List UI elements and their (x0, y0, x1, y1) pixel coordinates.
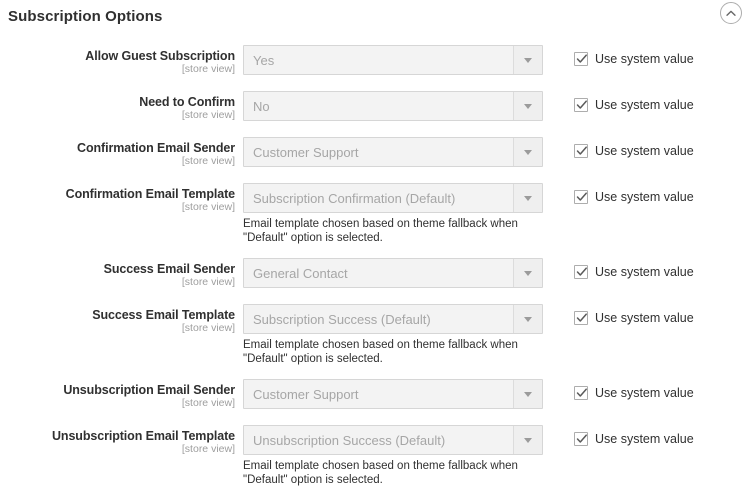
field-scope: [store view] (181, 109, 235, 121)
field-label-cell: Confirmation Email Template [store view] (0, 183, 243, 214)
use-system-value-checkbox[interactable] (574, 144, 588, 158)
field-note: Email template chosen based on theme fal… (243, 339, 518, 365)
select-field[interactable]: Subscription Confirmation (Default) (243, 183, 543, 213)
field-row-1: Need to Confirm [store view] No Use syst… (0, 91, 750, 122)
field-control-cell: No (243, 91, 547, 121)
field-row-0: Allow Guest Subscription [store view] Ye… (0, 45, 750, 76)
chevron-down-icon[interactable] (513, 380, 542, 408)
select-field[interactable]: Customer Support (243, 137, 543, 167)
field-label: Allow Guest Subscription (85, 49, 235, 63)
select-value: Subscription Confirmation (Default) (253, 190, 456, 206)
select-field[interactable]: No (243, 91, 543, 121)
select-field[interactable]: Subscription Success (Default) (243, 304, 543, 334)
subscription-options-section: Subscription Options Allow Guest Subscri… (0, 0, 750, 503)
chevron-down-icon[interactable] (513, 426, 542, 454)
use-system-value-group: Use system value (574, 137, 694, 158)
field-row-7: Unsubscription Email Template [store vie… (0, 425, 750, 487)
use-system-value-checkbox[interactable] (574, 386, 588, 400)
chevron-down-icon[interactable] (513, 92, 542, 120)
field-label-cell: Need to Confirm [store view] (0, 91, 243, 122)
use-system-value-group: Use system value (574, 45, 694, 66)
select-value: Subscription Success (Default) (253, 311, 431, 327)
select-value: General Contact (253, 265, 348, 281)
chevron-up-circle-icon[interactable] (720, 2, 742, 24)
use-system-value-group: Use system value (574, 379, 694, 400)
use-system-value-label[interactable]: Use system value (595, 386, 694, 400)
field-scope: [store view] (181, 322, 235, 334)
use-system-value-group: Use system value (574, 91, 694, 112)
field-control-cell: General Contact (243, 258, 547, 288)
use-system-value-checkbox[interactable] (574, 311, 588, 325)
field-note: Email template chosen based on theme fal… (243, 218, 518, 244)
section-header: Subscription Options (0, 0, 750, 32)
chevron-down-icon[interactable] (513, 46, 542, 74)
use-system-value-checkbox[interactable] (574, 432, 588, 446)
field-control-cell: Yes (243, 45, 547, 75)
field-row-4: Success Email Sender [store view] Genera… (0, 258, 750, 289)
field-control-cell: Subscription Success (Default) Email tem… (243, 304, 547, 366)
field-control-cell: Customer Support (243, 137, 547, 167)
use-system-value-label[interactable]: Use system value (595, 432, 694, 446)
select-value: Customer Support (253, 386, 359, 402)
use-system-value-label[interactable]: Use system value (595, 52, 694, 66)
field-label: Success Email Sender (103, 262, 236, 276)
field-label-cell: Success Email Sender [store view] (0, 258, 243, 289)
field-label: Confirmation Email Template (65, 187, 235, 201)
use-system-value-label[interactable]: Use system value (595, 98, 694, 112)
field-scope: [store view] (181, 443, 235, 455)
chevron-down-icon[interactable] (513, 184, 542, 212)
select-value: Yes (253, 52, 275, 68)
use-system-value-checkbox[interactable] (574, 265, 588, 279)
field-label-cell: Unsubscription Email Sender [store view] (0, 379, 243, 410)
field-scope: [store view] (181, 63, 235, 75)
field-scope: [store view] (181, 201, 235, 213)
field-scope: [store view] (181, 276, 235, 288)
select-value: No (253, 98, 270, 114)
field-label: Success Email Template (92, 308, 235, 322)
use-system-value-label[interactable]: Use system value (595, 144, 694, 158)
use-system-value-group: Use system value (574, 258, 694, 279)
field-label: Confirmation Email Sender (77, 141, 235, 155)
field-label: Need to Confirm (139, 95, 235, 109)
use-system-value-checkbox[interactable] (574, 190, 588, 204)
select-value: Unsubscription Success (Default) (253, 432, 446, 448)
field-label-cell: Success Email Template [store view] (0, 304, 243, 335)
field-label-cell: Unsubscription Email Template [store vie… (0, 425, 243, 456)
select-field[interactable]: Yes (243, 45, 543, 75)
chevron-down-icon[interactable] (513, 259, 542, 287)
field-control-cell: Unsubscription Success (Default) Email t… (243, 425, 547, 487)
use-system-value-checkbox[interactable] (574, 52, 588, 66)
select-field[interactable]: Customer Support (243, 379, 543, 409)
field-label: Unsubscription Email Sender (63, 383, 235, 397)
chevron-down-icon[interactable] (513, 305, 542, 333)
field-label-cell: Confirmation Email Sender [store view] (0, 137, 243, 168)
select-value: Customer Support (253, 144, 359, 160)
field-row-3: Confirmation Email Template [store view]… (0, 183, 750, 245)
use-system-value-label[interactable]: Use system value (595, 265, 694, 279)
page-title: Subscription Options (8, 7, 163, 25)
fields-list: Allow Guest Subscription [store view] Ye… (0, 32, 750, 487)
use-system-value-group: Use system value (574, 425, 694, 446)
use-system-value-label[interactable]: Use system value (595, 311, 694, 325)
field-label: Unsubscription Email Template (51, 429, 235, 443)
field-row-5: Success Email Template [store view] Subs… (0, 304, 750, 366)
select-field[interactable]: Unsubscription Success (Default) (243, 425, 543, 455)
field-label-cell: Allow Guest Subscription [store view] (0, 45, 243, 76)
select-field[interactable]: General Contact (243, 258, 543, 288)
field-scope: [store view] (181, 397, 235, 409)
field-row-6: Unsubscription Email Sender [store view]… (0, 379, 750, 410)
field-row-2: Confirmation Email Sender [store view] C… (0, 137, 750, 168)
use-system-value-group: Use system value (574, 304, 694, 325)
chevron-down-icon[interactable] (513, 138, 542, 166)
field-control-cell: Subscription Confirmation (Default) Emai… (243, 183, 547, 245)
use-system-value-label[interactable]: Use system value (595, 190, 694, 204)
field-control-cell: Customer Support (243, 379, 547, 409)
field-note: Email template chosen based on theme fal… (243, 460, 518, 486)
use-system-value-checkbox[interactable] (574, 98, 588, 112)
use-system-value-group: Use system value (574, 183, 694, 204)
field-scope: [store view] (181, 155, 235, 167)
